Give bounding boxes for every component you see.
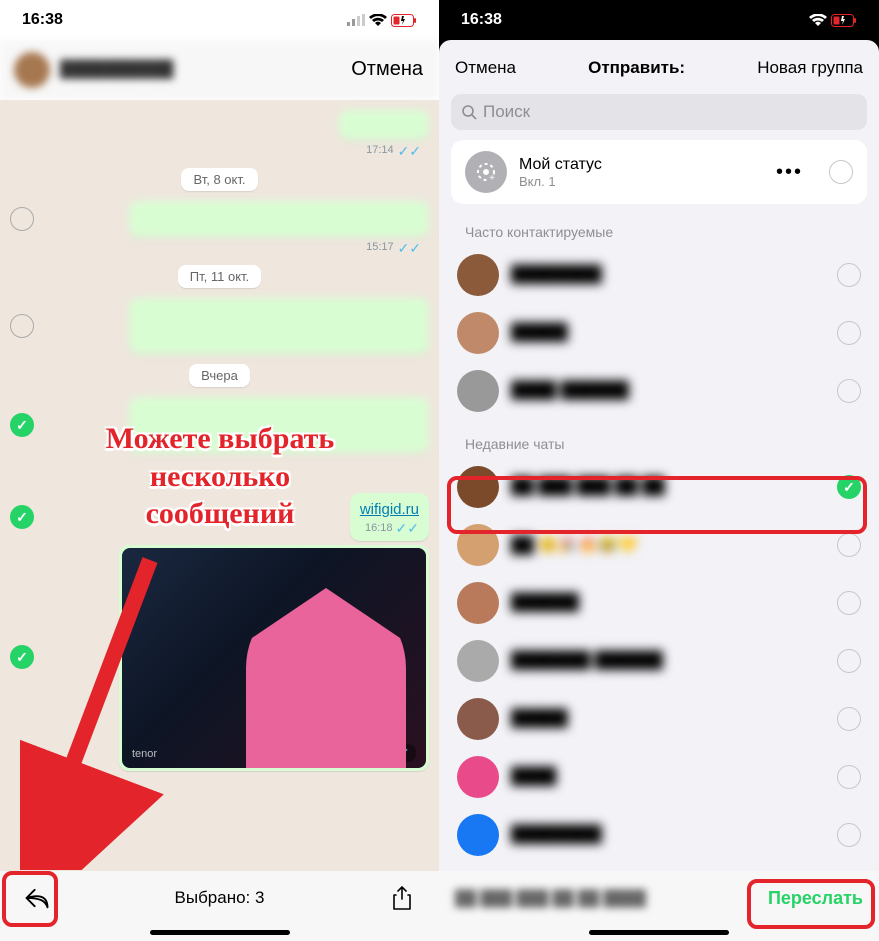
cancel-button[interactable]: Отмена <box>351 58 423 81</box>
date-separator: Пт, 11 окт. <box>178 265 261 288</box>
share-icon[interactable] <box>381 877 423 919</box>
contact-row[interactable]: ██ 😊🎉🔥😂💛 <box>439 516 879 574</box>
clock: 16:38 <box>461 11 502 29</box>
select-radio[interactable] <box>837 263 861 287</box>
contact-row[interactable]: █████ <box>439 304 879 362</box>
sheet-title: Отправить: <box>588 58 685 78</box>
date-separator: Вчера <box>189 364 250 387</box>
timestamp: 16:20✓✓ <box>350 744 416 762</box>
select-radio[interactable] <box>837 707 861 731</box>
home-indicator <box>150 930 290 935</box>
sheet-header: Отмена Отправить: Новая группа <box>439 40 879 88</box>
svg-text:+: + <box>489 173 495 184</box>
select-radio[interactable] <box>837 379 861 403</box>
contact-row[interactable]: ████████ <box>439 246 879 304</box>
timestamp: 16:18 <box>365 522 393 534</box>
new-group-button[interactable]: Новая группа <box>757 58 863 78</box>
message-bubble[interactable] <box>339 110 429 140</box>
selected-count: Выбрано: 3 <box>58 888 381 908</box>
status-title: Мой статус <box>519 156 764 174</box>
avatar <box>14 52 50 88</box>
select-radio[interactable] <box>837 765 861 789</box>
timestamp: 17:14 <box>366 144 394 158</box>
search-input[interactable]: Поиск <box>451 94 867 130</box>
forward-sheet-screen: 16:38 Отмена Отправить: Новая группа Пои… <box>439 0 879 941</box>
contact-row[interactable]: ██████ <box>439 574 879 632</box>
forward-button[interactable]: Переслать <box>768 888 863 909</box>
link-text[interactable]: wifigid.ru <box>360 501 419 518</box>
select-checkbox-checked[interactable] <box>10 645 34 669</box>
more-icon[interactable]: ••• <box>776 161 803 184</box>
search-icon <box>461 104 477 120</box>
status-bar: 16:38 <box>0 0 439 40</box>
select-radio[interactable] <box>829 160 853 184</box>
select-radio[interactable] <box>837 823 861 847</box>
cancel-button[interactable]: Отмена <box>455 58 516 78</box>
timestamp: 15:17 <box>366 241 394 255</box>
contact-name: ██████████ <box>60 61 173 79</box>
select-checkbox-checked[interactable] <box>10 413 34 437</box>
clock: 16:38 <box>22 11 63 29</box>
gif-message[interactable]: GIF tenor 16:20✓✓ <box>119 545 429 771</box>
select-radio[interactable] <box>837 321 861 345</box>
message-bubble[interactable] <box>129 201 429 237</box>
contact-row-selected[interactable]: ██ ███ ███ ██ ██ <box>439 458 879 516</box>
status-icons <box>809 14 857 27</box>
message-bubble[interactable] <box>129 397 429 453</box>
message-bubble[interactable] <box>129 298 429 354</box>
my-status-row[interactable]: + Мой статус Вкл. 1 ••• <box>451 140 867 204</box>
contact-row[interactable]: █████ <box>439 690 879 748</box>
select-checkbox[interactable] <box>10 207 34 231</box>
select-radio[interactable] <box>837 591 861 615</box>
section-frequent: Часто контактируемые <box>439 218 879 246</box>
gif-source: tenor <box>132 748 157 760</box>
gif-badge: GIF <box>248 632 300 684</box>
link-message[interactable]: wifigid.ru 16:18✓✓ <box>350 493 429 541</box>
contact-row[interactable]: ████ <box>439 748 879 806</box>
contact-row[interactable]: ████ ██████ <box>439 362 879 420</box>
contact-row[interactable]: ████████ <box>439 806 879 864</box>
section-recent: Недавние чаты <box>439 430 879 458</box>
select-radio[interactable] <box>837 533 861 557</box>
status-bar: 16:38 <box>439 0 879 40</box>
select-radio-checked[interactable] <box>837 475 861 499</box>
select-checkbox-checked[interactable] <box>10 505 34 529</box>
chat-selection-screen: 16:38 ██████████ Отмена 17:14 ✓✓ Вт, 8 о… <box>0 0 439 941</box>
status-subtitle: Вкл. 1 <box>519 174 764 189</box>
chat-area: 17:14 ✓✓ Вт, 8 окт. 15:17 ✓✓ Пт, 11 окт.… <box>0 100 439 900</box>
gif-image[interactable]: GIF tenor 16:20✓✓ <box>122 548 426 768</box>
date-separator: Вт, 8 окт. <box>181 168 257 191</box>
contact-row[interactable]: ███████ ██████ <box>439 632 879 690</box>
selected-recipient: ██ ███ ███ ██ ██ ████ <box>455 890 768 907</box>
status-icon: + <box>465 151 507 193</box>
search-placeholder: Поиск <box>483 102 530 122</box>
status-icons <box>347 14 417 27</box>
select-checkbox[interactable] <box>10 314 34 338</box>
forward-icon[interactable] <box>16 877 58 919</box>
forward-sheet: Отмена Отправить: Новая группа Поиск + М… <box>439 40 879 941</box>
select-radio[interactable] <box>837 649 861 673</box>
home-indicator <box>589 930 729 935</box>
